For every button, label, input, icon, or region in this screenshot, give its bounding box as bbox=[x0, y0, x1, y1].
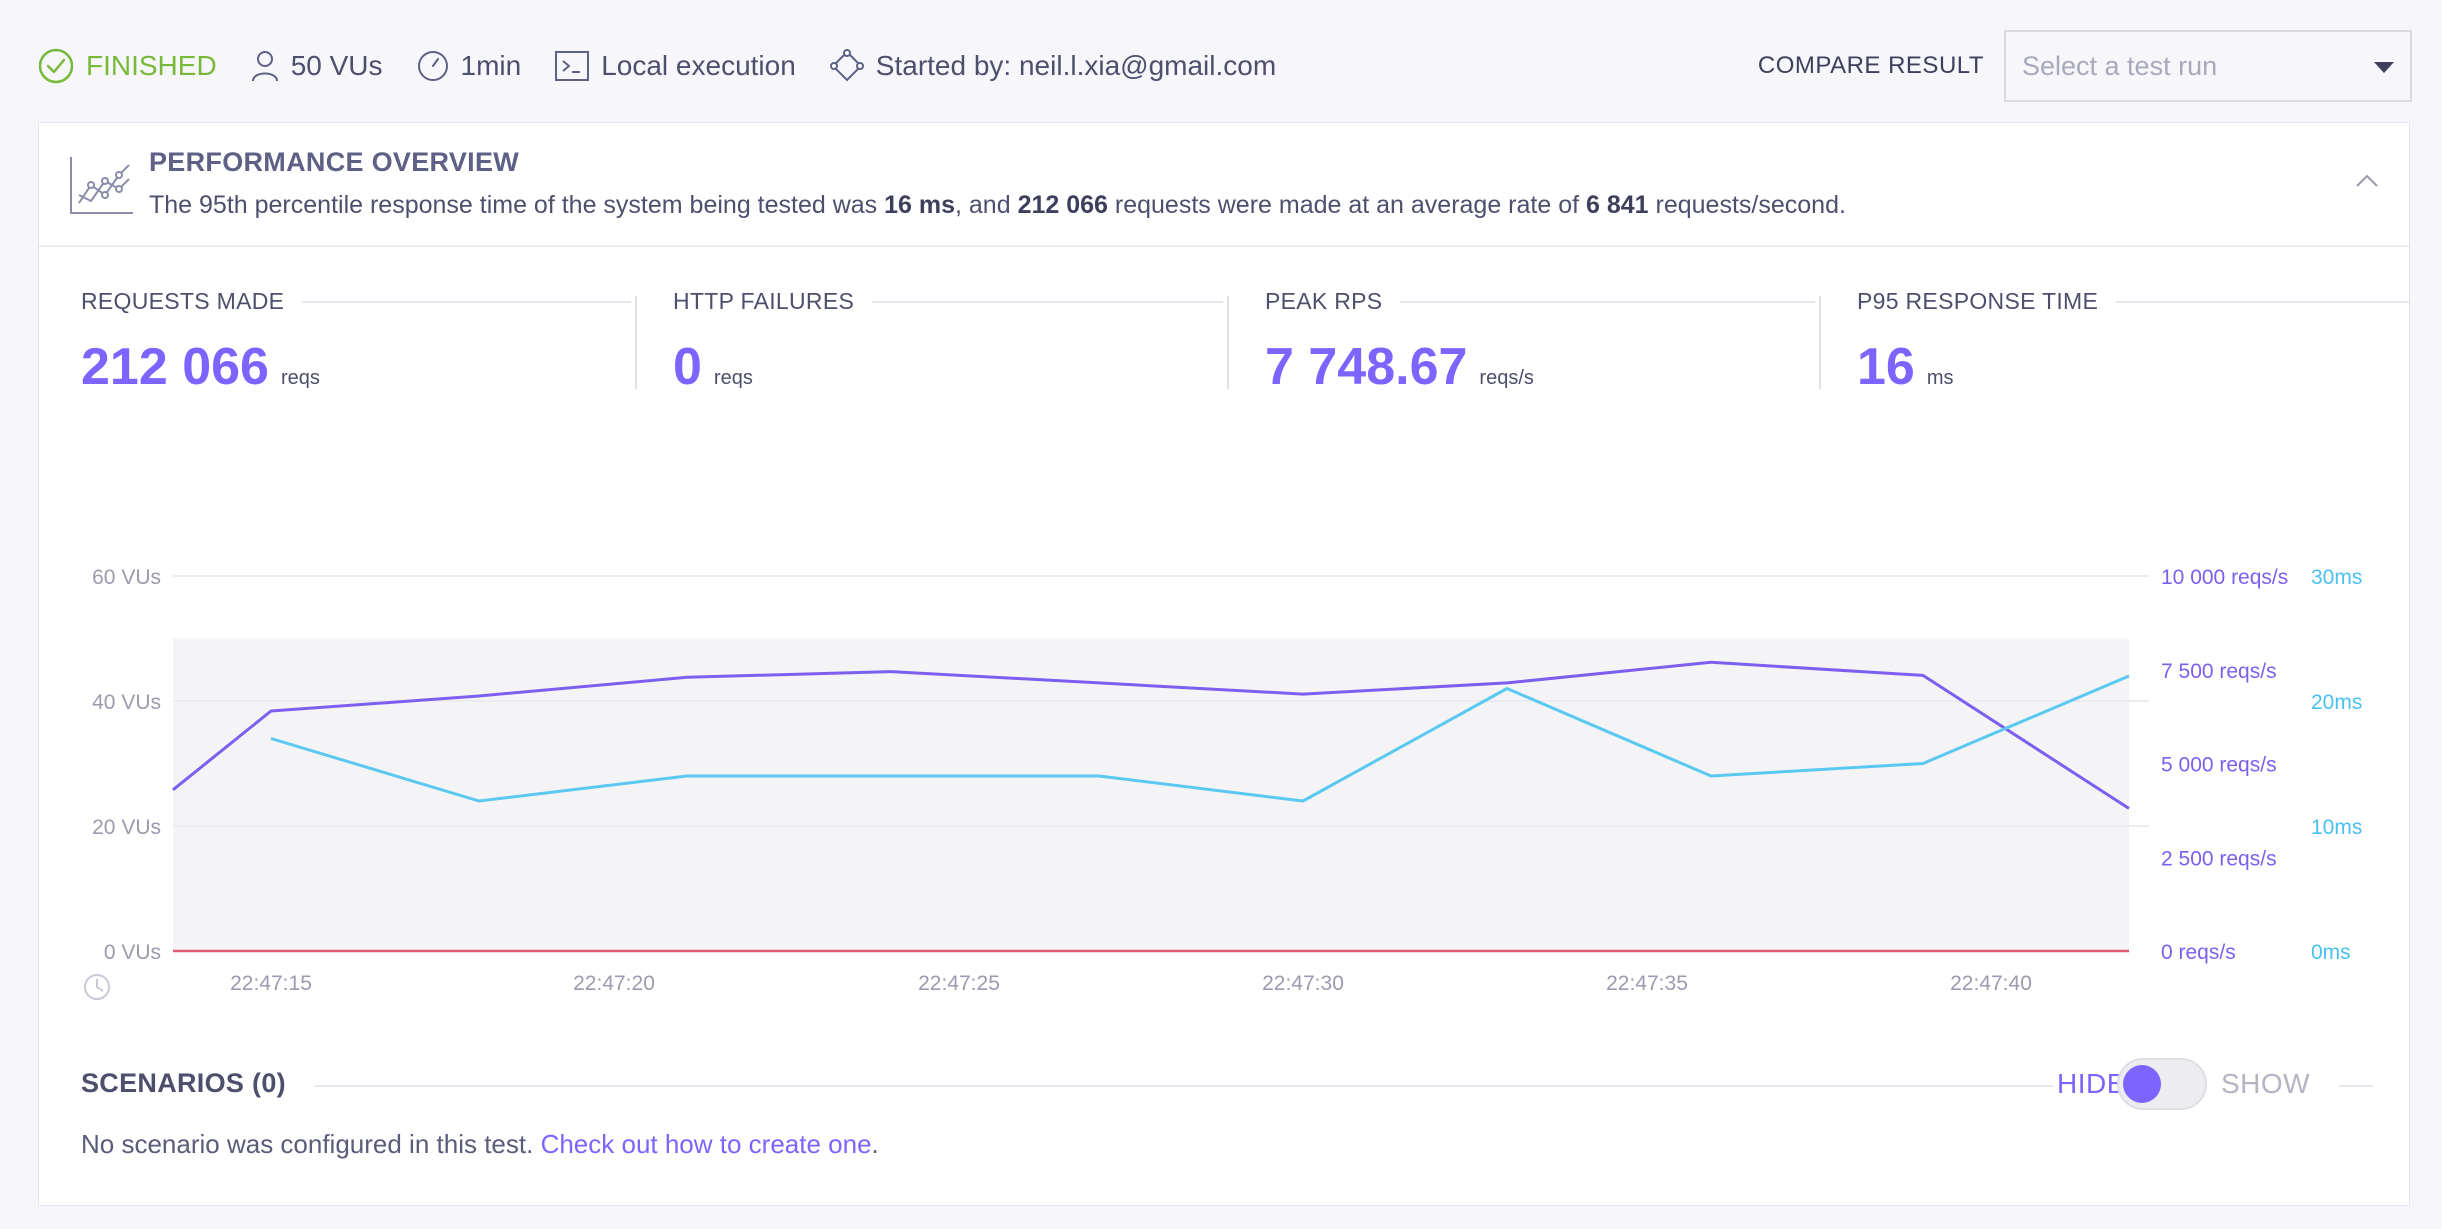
create-scenario-link[interactable]: Check out how to create one bbox=[541, 1129, 872, 1159]
toggle-hide-label[interactable]: HIDE bbox=[2057, 1068, 2126, 1100]
y-left-tick-label: 20 VUs bbox=[92, 816, 161, 839]
scenarios-message-end: . bbox=[871, 1129, 879, 1159]
execution-label: Local execution bbox=[601, 50, 796, 81]
compare-result-label: COMPARE RESULT bbox=[1757, 52, 1984, 79]
terminal-icon bbox=[555, 51, 590, 81]
y-rps-tick-label: 10 000 reqs/s bbox=[2161, 566, 2288, 589]
status-vus: 50 VUs bbox=[251, 50, 383, 82]
vus-label: 50 VUs bbox=[290, 50, 383, 81]
x-tick-label: 22:47:20 bbox=[573, 972, 655, 995]
toggle-show-label[interactable]: SHOW bbox=[2221, 1068, 2310, 1100]
y-left-tick-label: 60 VUs bbox=[92, 566, 161, 589]
check-circle-icon bbox=[38, 48, 74, 84]
scenarios-message-text: No scenario was configured in this test. bbox=[81, 1129, 541, 1159]
y-ms-tick-label: 10ms bbox=[2311, 816, 2362, 839]
y-rps-tick-label: 5 000 reqs/s bbox=[2161, 754, 2277, 777]
y-left-tick-label: 40 VUs bbox=[92, 691, 161, 714]
started-by-label: Started by: neil.l.xia@gmail.com bbox=[875, 50, 1277, 81]
status-bar: FINISHED 50 VUs 1min Local execution Sta… bbox=[38, 30, 2412, 102]
status-state: FINISHED bbox=[86, 50, 217, 81]
user-icon bbox=[251, 51, 278, 82]
y-rps-tick-label: 0 reqs/s bbox=[2161, 941, 2236, 964]
status-execution: Local execution bbox=[555, 50, 796, 82]
y-left-tick-label: 0 VUs bbox=[104, 941, 161, 964]
x-tick-label: 22:47:35 bbox=[1606, 972, 1688, 995]
test-run-select-placeholder: Select a test run bbox=[2022, 50, 2218, 81]
scenarios-message: No scenario was configured in this test.… bbox=[81, 1129, 879, 1160]
y-rps-tick-label: 2 500 reqs/s bbox=[2161, 847, 2277, 870]
performance-chart: 0 VUs 20 VUs 40 VUs 60 VUs 0 reqs/s 2 500 req… bbox=[84, 566, 2362, 1000]
toggle-knob bbox=[2123, 1065, 2161, 1103]
scenarios-title: SCENARIOS (0) bbox=[81, 1068, 286, 1098]
test-run-select[interactable]: Select a test run bbox=[2004, 30, 2412, 102]
status-finished: FINISHED bbox=[38, 48, 217, 84]
duration-label: 1min bbox=[460, 50, 522, 81]
divider bbox=[2339, 1085, 2373, 1087]
y-rps-tick-label: 7 500 reqs/s bbox=[2161, 660, 2277, 683]
x-tick-label: 22:47:30 bbox=[1262, 972, 1344, 995]
y-ms-tick-label: 0ms bbox=[2311, 941, 2351, 964]
status-duration: 1min bbox=[417, 50, 522, 82]
clock-icon-hands bbox=[96, 979, 104, 992]
x-tick-label: 22:47:15 bbox=[230, 972, 312, 995]
node-graph-icon bbox=[829, 49, 864, 82]
caret-down-icon bbox=[2374, 62, 2394, 73]
stopwatch-icon bbox=[417, 51, 448, 81]
x-tick-label: 22:47:40 bbox=[1950, 972, 2032, 995]
scenarios-toggle[interactable] bbox=[2117, 1058, 2207, 1110]
performance-card: PERFORMANCE OVERVIEW The 95th percentile… bbox=[38, 122, 2410, 1206]
divider bbox=[314, 1085, 2054, 1087]
x-tick-label: 22:47:25 bbox=[918, 972, 1000, 995]
status-started-by: Started by: neil.l.xia@gmail.com bbox=[829, 49, 1277, 83]
y-ms-tick-label: 30ms bbox=[2311, 566, 2362, 589]
y-ms-tick-label: 20ms bbox=[2311, 691, 2362, 714]
